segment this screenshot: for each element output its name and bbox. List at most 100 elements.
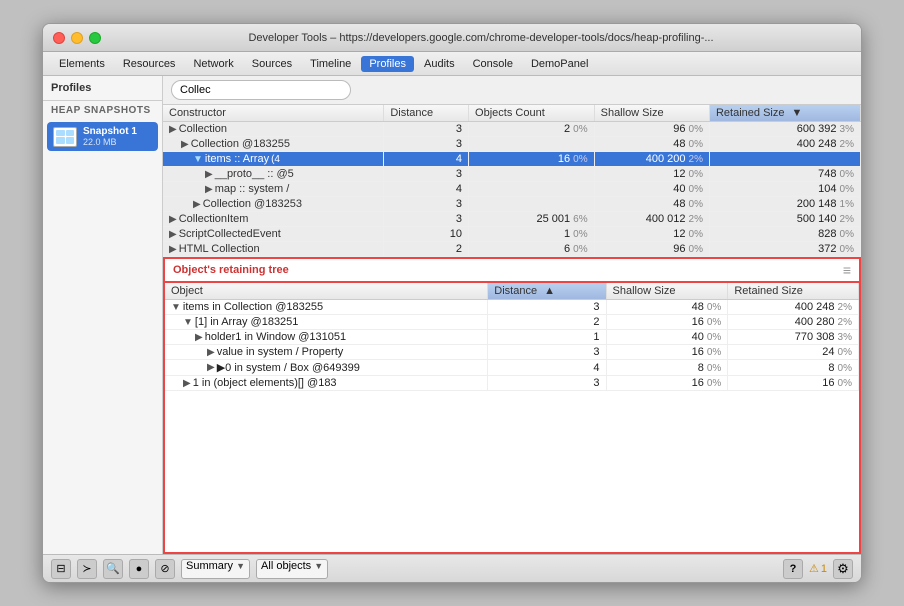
col-retained-size[interactable]: Retained Size ▼ — [709, 105, 860, 122]
menu-demopanel[interactable]: DemoPanel — [523, 56, 596, 72]
table-row[interactable]: ▶ CollectionItem 325 001 6%400 012 2%500… — [163, 212, 861, 227]
retaining-header-row: Object Distance ▲ Shallow Size Retained … — [165, 283, 859, 300]
cell-constructor: ▶ Collection — [163, 122, 384, 137]
upper-table-body: ▶ Collection 32 0%96 0%600 392 3% ▶ Coll… — [163, 122, 861, 257]
menu-network[interactable]: Network — [185, 56, 241, 72]
retaining-row[interactable]: ▼ [1] in Array @183251 216 0%400 280 2% — [165, 315, 859, 330]
col-constructor[interactable]: Constructor — [163, 105, 384, 122]
obj-name: items :: Array — [205, 153, 269, 165]
cell-distance: 10 — [384, 227, 469, 242]
cell-distance: 3 — [384, 212, 469, 227]
tree-arrow: ▶ — [169, 124, 177, 135]
menu-sources[interactable]: Sources — [244, 56, 300, 72]
cell-shallow: 96 0% — [594, 242, 709, 257]
table-row[interactable]: ▶ Collection 32 0%96 0%600 392 3% — [163, 122, 861, 137]
titlebar: Developer Tools – https://developers.goo… — [43, 24, 861, 52]
clear-icon[interactable]: ⊘ — [155, 559, 175, 579]
ret-tree-arrow: ▶ — [195, 332, 203, 343]
obj-name: __proto__ :: @5 — [215, 168, 294, 180]
menu-console[interactable]: Console — [465, 56, 521, 72]
gear-button[interactable]: ⚙ — [833, 559, 853, 579]
retaining-row[interactable]: ▼ items in Collection @183255 348 0%400 … — [165, 300, 859, 315]
search-icon[interactable]: 🔍 — [103, 559, 123, 579]
allobjects-select[interactable]: All objects ▼ — [256, 559, 328, 579]
ret-cell-retained: 400 280 2% — [728, 315, 859, 330]
cell-shallow: 12 0% — [594, 167, 709, 182]
menu-timeline[interactable]: Timeline — [302, 56, 359, 72]
table-row[interactable]: ▼ items :: Array (4 416 0%400 200 2% — [163, 152, 861, 167]
ret-obj-name: 1 in (object elements)[] @183 — [193, 377, 337, 389]
maximize-button[interactable] — [89, 32, 101, 44]
close-button[interactable] — [53, 32, 65, 44]
snapshot-text: Snapshot 1 22.0 MB — [83, 126, 137, 147]
ret-col-distance[interactable]: Distance ▲ — [488, 283, 606, 300]
ret-col-retained[interactable]: Retained Size — [728, 283, 859, 300]
cell-retained: 400 248 2% — [709, 137, 860, 152]
devtools-window: Developer Tools – https://developers.goo… — [42, 23, 862, 583]
table-row[interactable]: ▶ ScriptCollectedEvent 101 0%12 0%828 0% — [163, 227, 861, 242]
tree-arrow: ▶ — [193, 199, 201, 210]
retaining-row[interactable]: ▶ 1 in (object elements)[] @183 316 0%16… — [165, 376, 859, 391]
cell-constructor: ▶ Collection @183255 — [163, 137, 384, 152]
retaining-title: Object's retaining tree — [173, 264, 289, 276]
menu-elements[interactable]: Elements — [51, 56, 113, 72]
cell-constructor: ▶ Collection @183253 — [163, 197, 384, 212]
retaining-row[interactable]: ▶ value in system / Property 316 0%24 0% — [165, 345, 859, 360]
obj-name: Collection @183253 — [203, 198, 302, 210]
obj-at: (4 — [271, 154, 280, 165]
ret-cell-shallow: 16 0% — [606, 315, 728, 330]
retaining-row[interactable]: ▶ ▶0 in system / Box @649399 48 0%8 0% — [165, 360, 859, 376]
window-title: Developer Tools – https://developers.goo… — [111, 32, 851, 44]
obj-name: HTML Collection — [179, 243, 260, 255]
ret-col-shallow[interactable]: Shallow Size — [606, 283, 728, 300]
cell-distance: 3 — [384, 167, 469, 182]
menu-audits[interactable]: Audits — [416, 56, 463, 72]
ret-cell-object: ▶ value in system / Property — [165, 345, 488, 360]
breadcrumb-icon[interactable]: ≻ — [77, 559, 97, 579]
menu-resources[interactable]: Resources — [115, 56, 184, 72]
retaining-tree[interactable]: Object Distance ▲ Shallow Size Retained … — [163, 283, 861, 554]
cell-constructor: ▶ CollectionItem — [163, 212, 384, 227]
snapshot-item[interactable]: Snapshot 1 22.0 MB — [47, 122, 158, 151]
ret-tree-arrow: ▶ — [183, 378, 191, 389]
col-objects-count[interactable]: Objects Count — [469, 105, 595, 122]
tree-arrow: ▼ — [193, 154, 203, 165]
ret-cell-distance: 3 — [488, 345, 606, 360]
record-icon[interactable]: ● — [129, 559, 149, 579]
ret-col-object[interactable]: Object — [165, 283, 488, 300]
retaining-table: Object Distance ▲ Shallow Size Retained … — [165, 283, 859, 391]
cell-objects-count: 1 0% — [469, 227, 595, 242]
table-row[interactable]: ▶ Collection @183253 348 0%200 148 1% — [163, 197, 861, 212]
table-row[interactable]: ▶ Collection @183255 348 0%400 248 2% — [163, 137, 861, 152]
sidebar-section: HEAP SNAPSHOTS — [43, 101, 162, 120]
cell-objects-count — [469, 137, 595, 152]
ret-cell-shallow: 8 0% — [606, 360, 728, 376]
allobjects-label: All objects — [261, 560, 311, 572]
search-input[interactable] — [171, 80, 351, 100]
ret-cell-retained: 8 0% — [728, 360, 859, 376]
minimize-button[interactable] — [71, 32, 83, 44]
panel-icon[interactable]: ⊟ — [51, 559, 71, 579]
table-row[interactable]: ▶ HTML Collection 26 0%96 0%372 0% — [163, 242, 861, 257]
snapshot-name: Snapshot 1 — [83, 126, 137, 137]
ret-sort-arrow-up: ▲ — [544, 285, 555, 297]
menu-profiles[interactable]: Profiles — [361, 56, 414, 72]
col-distance[interactable]: Distance — [384, 105, 469, 122]
cell-constructor: ▶ ScriptCollectedEvent — [163, 227, 384, 242]
cell-distance: 3 — [384, 122, 469, 137]
obj-name: Collection @183255 — [191, 138, 290, 150]
summary-select[interactable]: Summary ▼ — [181, 559, 250, 579]
menubar: Elements Resources Network Sources Timel… — [43, 52, 861, 76]
help-button[interactable]: ? — [783, 559, 803, 579]
cell-retained: 200 148 1% — [709, 197, 860, 212]
ret-cell-distance: 1 — [488, 330, 606, 345]
retaining-row[interactable]: ▶ holder1 in Window @131051 140 0%770 30… — [165, 330, 859, 345]
col-shallow-size[interactable]: Shallow Size — [594, 105, 709, 122]
bottom-bar: ⊟ ≻ 🔍 ● ⊘ Summary ▼ All objects ▼ ? ⚠ 1 … — [43, 554, 861, 582]
cell-shallow: 96 0% — [594, 122, 709, 137]
ret-obj-name: holder1 in Window @131051 — [205, 331, 346, 343]
allobjects-dropdown-arrow: ▼ — [314, 561, 323, 571]
table-row[interactable]: ▶ map :: system / 440 0%104 0% — [163, 182, 861, 197]
table-row[interactable]: ▶ __proto__ :: @5 312 0%748 0% — [163, 167, 861, 182]
cell-retained: 372 0% — [709, 242, 860, 257]
